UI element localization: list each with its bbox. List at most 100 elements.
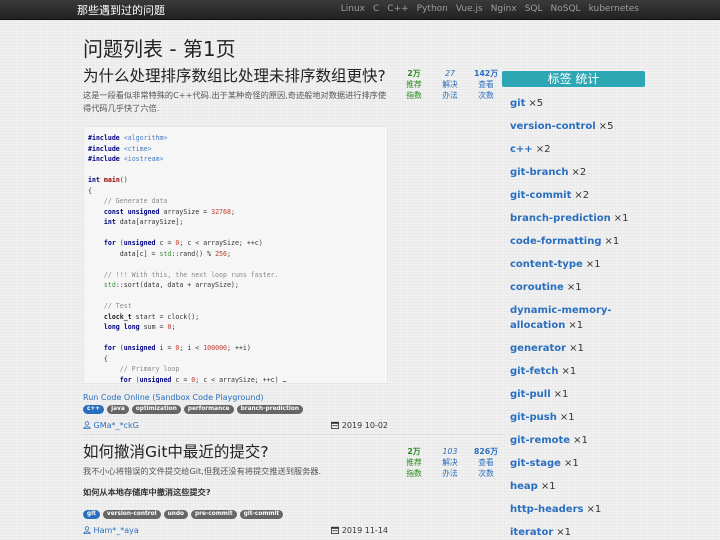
sidebar-tag-item: git-commit ×2 xyxy=(510,188,638,203)
sidebar-tag-link[interactable]: git-pull xyxy=(510,389,551,400)
sidebar-tag-item: generator ×1 xyxy=(510,341,638,356)
tag-stats-sidebar: 标签 统计 git ×5 version-control ×5 c++ ×2 git-bra… xyxy=(502,71,645,540)
author-link[interactable]: GMa*_*ckG xyxy=(83,421,139,430)
author-name: Ham*_*aya xyxy=(93,525,139,535)
votes-count: 2万 xyxy=(407,447,421,456)
tag-optimization[interactable]: optimization xyxy=(131,405,181,414)
question-excerpt: 这是一段看似非常特殊的C++代码.出于某种奇怪的原因,奇迹般地对数据进行排序使得… xyxy=(83,90,387,113)
answers-stat: 27 解决办法 xyxy=(432,68,468,101)
nav-link-cpp[interactable]: C++ xyxy=(387,4,408,14)
tag-java[interactable]: java xyxy=(107,405,129,414)
sidebar-tag-link[interactable]: git-stage xyxy=(510,458,561,469)
votes-stat: 2万 推荐指数 xyxy=(396,446,432,479)
sidebar-tag-count: ×1 xyxy=(573,435,588,446)
sidebar-tag-link[interactable]: heap xyxy=(510,481,538,492)
sidebar-tag-count: ×1 xyxy=(586,504,602,515)
sidebar-tag-link[interactable]: git-branch xyxy=(510,167,569,178)
votes-label: 推荐指数 xyxy=(406,80,422,100)
nav-link-vuejs[interactable]: Vue.js xyxy=(456,4,483,14)
sidebar-tag-link[interactable]: git-push xyxy=(510,412,557,423)
sidebar-tag-item: git-fetch ×1 xyxy=(510,364,638,379)
sidebar-tag-link[interactable]: generator xyxy=(510,343,566,354)
nav-link-sql[interactable]: SQL xyxy=(525,4,543,14)
votes-label: 推荐指数 xyxy=(406,458,422,478)
nav-link-nosql[interactable]: NoSQL xyxy=(551,4,581,14)
sidebar-tag-link[interactable]: version-control xyxy=(510,121,596,132)
nav-link-nginx[interactable]: Nginx xyxy=(491,4,517,14)
site-brand[interactable]: 那些遇到过的问题 xyxy=(77,2,165,18)
views-label: 查看次数 xyxy=(478,458,494,478)
top-navbar: 那些遇到过的问题 Linux C C++ Python Vue.js Nginx… xyxy=(0,0,720,20)
sidebar-tag-item: dynamic-memory-allocation ×1 xyxy=(510,303,638,333)
tag-stats-list: git ×5 version-control ×5 c++ ×2 git-branch ×2 g… xyxy=(502,96,645,540)
sidebar-tag-item: content-type ×1 xyxy=(510,257,638,272)
tag-pre-commit[interactable]: pre-commit xyxy=(190,509,237,519)
sidebar-tag-item: http-headers ×1 xyxy=(510,502,638,517)
nav-link-linux[interactable]: Linux xyxy=(341,4,365,14)
sidebar-tag-count: ×1 xyxy=(563,458,579,469)
question-excerpt: 我不小心将错误的文件提交给Git,但我还没有将提交推送到服务器. xyxy=(83,466,322,476)
nav-link-python[interactable]: Python xyxy=(417,4,448,14)
post-date: 2019 11-14 xyxy=(331,526,388,535)
sidebar-tag-link[interactable]: branch-prediction xyxy=(510,213,611,224)
sidebar-tag-count: ×1 xyxy=(585,259,601,270)
sidebar-tag-item: git-branch ×2 xyxy=(510,165,638,180)
sidebar-tag-count: ×1 xyxy=(559,412,575,423)
sidebar-tag-link[interactable]: git-commit xyxy=(510,190,571,201)
sidebar-tag-item: git-pull ×1 xyxy=(510,387,638,402)
sidebar-tag-link[interactable]: coroutine xyxy=(510,282,564,293)
user-icon xyxy=(83,421,91,429)
user-icon xyxy=(83,525,91,534)
nav-link-c[interactable]: C xyxy=(373,4,379,14)
question-item: 如何撤消Git中最近的提交? 我不小心将错误的文件提交给Git,但我还没有将提交… xyxy=(83,442,505,538)
votes-stat: 2万 推荐指数 xyxy=(396,68,432,101)
sidebar-tag-item: heap ×1 xyxy=(510,479,638,494)
sidebar-tag-count: ×1 xyxy=(566,282,582,293)
code-snippet: #include <algorithm> #include <ctime> #i… xyxy=(83,126,388,384)
sidebar-tag-link[interactable]: c++ xyxy=(510,144,533,155)
sidebar-tag-link[interactable]: git-fetch xyxy=(510,366,558,377)
tag-git-commit[interactable]: git-commit xyxy=(239,509,284,519)
calendar-icon xyxy=(331,421,340,429)
sidebar-tag-link[interactable]: iterator xyxy=(510,527,553,538)
answers-count: 27 xyxy=(445,69,455,78)
sidebar-tag-link[interactable]: git-remote xyxy=(510,435,570,446)
views-count: 826万 xyxy=(473,447,499,456)
question-stats: 2万 推荐指数 27 解决办法 142万 查看次数 xyxy=(396,68,504,101)
nav-link-kubernetes[interactable]: kubernetes xyxy=(589,4,639,14)
sidebar-tag-count: ×2 xyxy=(574,190,590,201)
sidebar-tag-item: c++ ×2 xyxy=(510,142,638,157)
sidebar-tag-count: ×2 xyxy=(571,167,587,178)
nav-links: Linux C C++ Python Vue.js Nginx SQL NoSQ… xyxy=(341,4,639,14)
author-link[interactable]: Ham*_*aya xyxy=(83,526,139,535)
question-stats: 2万 推荐指数 103 解决办法 826万 查看次数 xyxy=(396,446,504,479)
sidebar-tag-count: ×5 xyxy=(528,98,544,109)
sidebar-tag-link[interactable]: content-type xyxy=(510,259,583,270)
sidebar-tag-count: ×2 xyxy=(535,144,551,155)
sidebar-tag-link[interactable]: git xyxy=(510,98,525,109)
sidebar-heading: 标签 统计 xyxy=(502,71,645,87)
views-stat: 826万 查看次数 xyxy=(468,446,504,479)
sidebar-tag-item: coroutine ×1 xyxy=(510,280,638,295)
tag-git[interactable]: git xyxy=(83,509,100,519)
sidebar-tag-count: ×1 xyxy=(568,320,584,331)
run-code-link[interactable]: Run Code Online (Sandbox Code Playground… xyxy=(83,393,505,402)
sidebar-tag-link[interactable]: dynamic-memory-allocation xyxy=(510,305,612,331)
page-title: 问题列表 - 第1页 xyxy=(83,37,236,61)
question-tags: git version-control undo pre-commit git-… xyxy=(83,509,505,519)
sidebar-tag-item: git ×5 xyxy=(510,96,638,111)
tag-version-control[interactable]: version-control xyxy=(102,509,161,519)
calendar-icon xyxy=(331,526,340,534)
sidebar-tag-link[interactable]: http-headers xyxy=(510,504,583,515)
sidebar-tag-count: ×1 xyxy=(556,527,572,538)
sidebar-tag-item: iterator ×1 xyxy=(510,525,638,540)
sidebar-tag-item: git-remote ×1 xyxy=(510,433,638,448)
tag-performance[interactable]: performance xyxy=(183,405,234,414)
votes-count: 2万 xyxy=(407,69,421,78)
tag-undo[interactable]: undo xyxy=(163,509,188,519)
tag-branch-prediction[interactable]: branch-prediction xyxy=(236,405,303,414)
sidebar-tag-link[interactable]: code-formatting xyxy=(510,236,601,247)
tag-cpp[interactable]: c++ xyxy=(83,405,105,414)
answers-count: 103 xyxy=(442,447,458,456)
sidebar-tag-item: version-control ×5 xyxy=(510,119,638,134)
